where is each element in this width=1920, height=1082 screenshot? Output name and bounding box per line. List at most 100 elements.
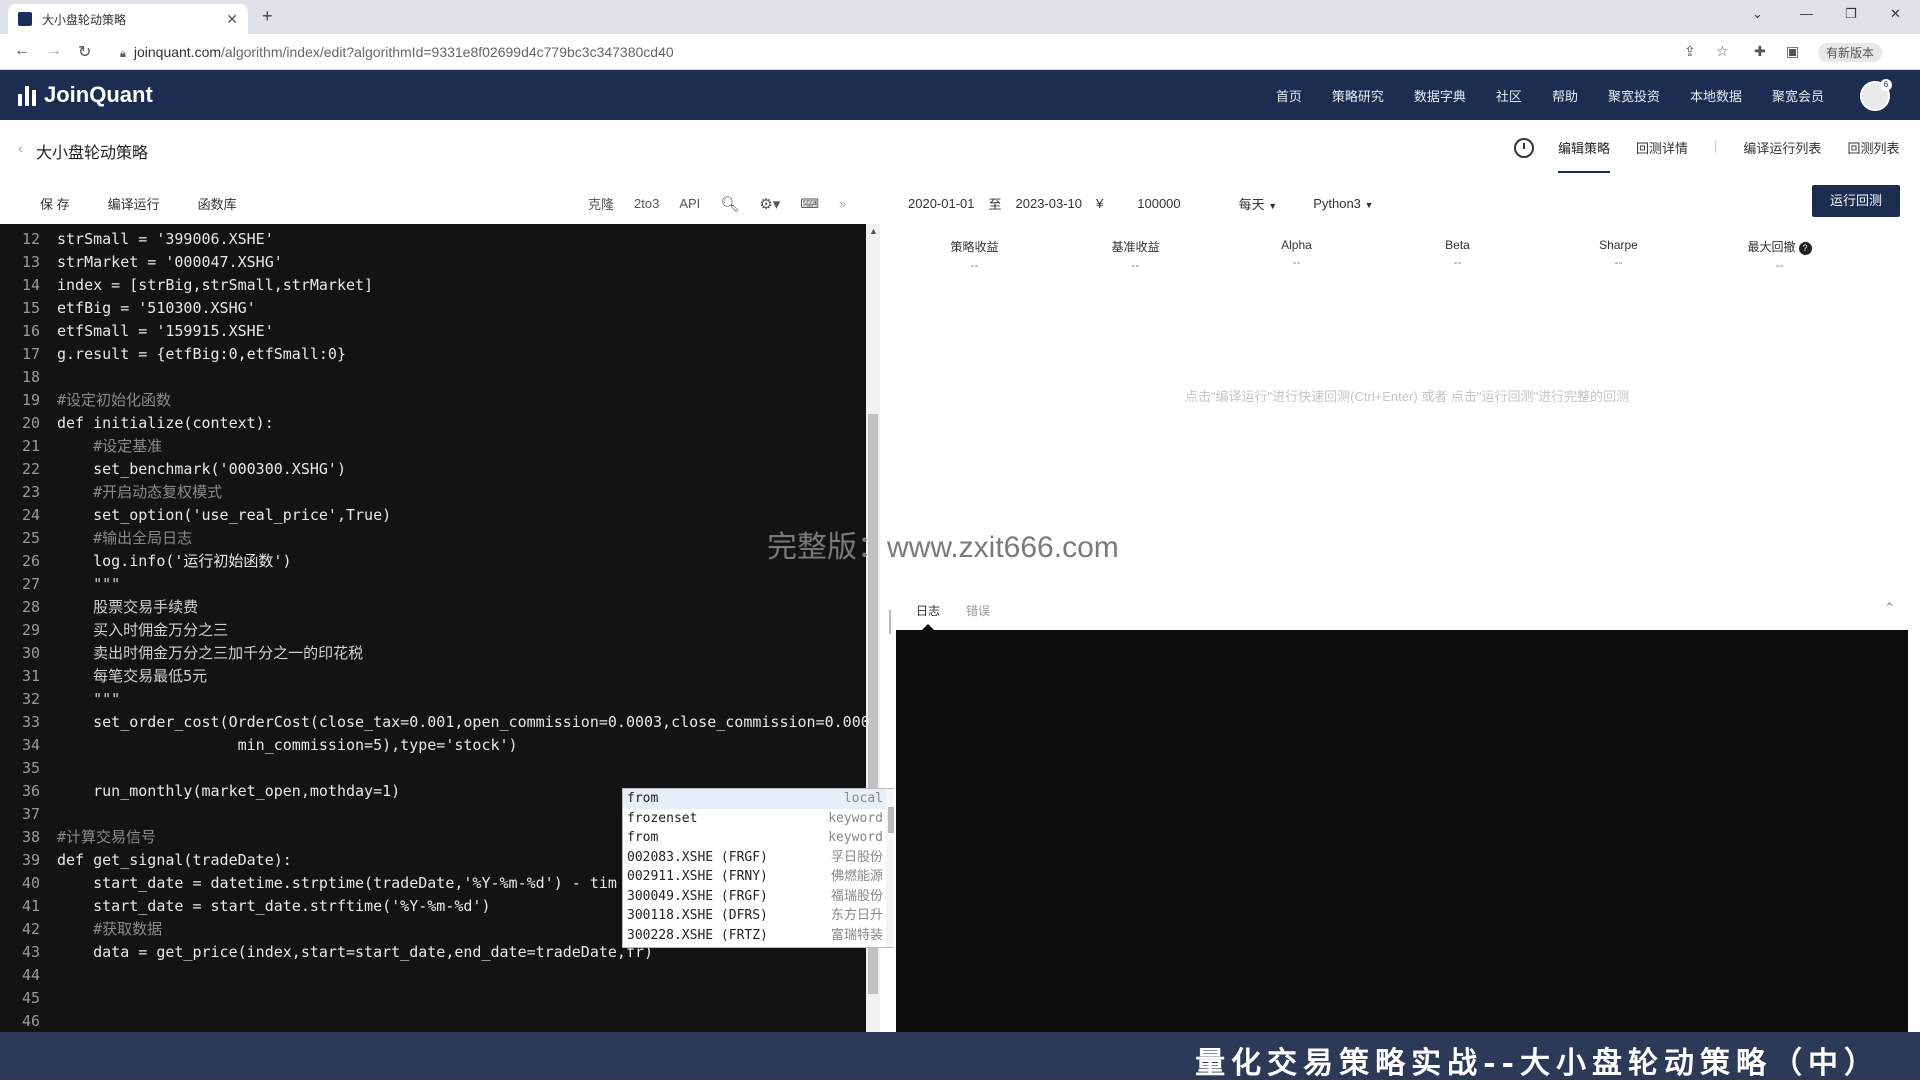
frequency-select[interactable]: 每天 ▼ bbox=[1239, 194, 1278, 213]
code-line[interactable]: 13 strMarket = '000047.XSHG' bbox=[0, 251, 866, 274]
bookmark-star-icon[interactable]: ☆ bbox=[1716, 43, 1729, 60]
new-tab-icon[interactable]: + bbox=[262, 6, 273, 27]
line-code: #设定基准 bbox=[57, 437, 163, 455]
code-line[interactable]: 16 etfSmall = '159915.XSHE' bbox=[0, 320, 866, 343]
nav-local-data[interactable]: 本地数据 bbox=[1690, 86, 1742, 105]
panel-resize-handle[interactable] bbox=[889, 610, 891, 634]
tab-search-icon[interactable]: ⌄ bbox=[1752, 6, 1763, 22]
autocomplete-item[interactable]: 300049.XSHE (FRGF) 福瑞股份 bbox=[623, 887, 899, 907]
code-line[interactable]: 30 卖出时佣金万分之三加千分之一的印花税 bbox=[0, 642, 866, 665]
help-icon[interactable]: ? bbox=[1798, 242, 1812, 255]
nav-home[interactable]: 首页 bbox=[1276, 86, 1302, 105]
suggestion-name: from bbox=[627, 830, 659, 845]
run-backtest-button[interactable]: 运行回测 bbox=[1812, 185, 1900, 217]
forward-arrow-icon[interactable]: → bbox=[46, 42, 62, 60]
frequency-value: 每天 bbox=[1238, 197, 1265, 212]
code-line[interactable]: 27 """ bbox=[0, 573, 866, 596]
autocomplete-item[interactable]: frozenset keyword bbox=[623, 809, 899, 829]
code-line[interactable]: 44 bbox=[0, 964, 866, 987]
code-line[interactable]: 19 #设定初始化函数 bbox=[0, 389, 866, 412]
code-line[interactable]: 28 股票交易手续费 bbox=[0, 596, 866, 619]
sidebar-icon[interactable]: ▣ bbox=[1786, 43, 1799, 60]
code-line[interactable]: 29 买入时佣金万分之三 bbox=[0, 619, 866, 642]
code-line[interactable]: 35 bbox=[0, 757, 866, 780]
nav-community[interactable]: 社区 bbox=[1496, 86, 1522, 105]
clock-icon[interactable] bbox=[1514, 138, 1534, 158]
tab-edit-strategy[interactable]: 编辑策略 bbox=[1558, 138, 1611, 173]
gear-icon[interactable]: ⚙▾ bbox=[759, 195, 780, 213]
code-line[interactable]: 31 每笔交易最低5元 bbox=[0, 665, 866, 688]
autocomplete-popup[interactable]: from local frozenset keyword from keyword 0020… bbox=[622, 788, 900, 948]
run-hint: 点击"编译运行"进行快速回测(Ctrl+Enter) 或者 点击"运行回测"进行… bbox=[1184, 389, 1630, 404]
compile-run-button[interactable]: 编译运行 bbox=[108, 194, 160, 213]
tab-backtest-list[interactable]: 回测列表 bbox=[1847, 138, 1899, 173]
browser-tab[interactable]: 大小盘轮动策略 ✕ bbox=[8, 4, 248, 34]
tab-log[interactable]: 日志 bbox=[916, 602, 940, 619]
notification-badge: 6 bbox=[1880, 79, 1892, 91]
nav-help[interactable]: 帮助 bbox=[1552, 86, 1578, 105]
video-caption-bar: 量化交易策略实战--大小盘轮动策略（中） bbox=[0, 1032, 1920, 1081]
code-line[interactable]: 21 #设定基准 bbox=[0, 435, 866, 458]
start-date-field[interactable]: 2020-01-01 bbox=[908, 196, 975, 211]
nav-invest[interactable]: 聚宽投资 bbox=[1608, 86, 1660, 105]
search-icon[interactable]: 🔍︎ bbox=[720, 195, 739, 213]
scroll-up-icon[interactable]: ▲ bbox=[869, 226, 878, 236]
nav-membership[interactable]: 聚宽会员 bbox=[1772, 86, 1824, 105]
keyboard-icon[interactable]: ⌨ bbox=[800, 196, 819, 212]
autocomplete-item[interactable]: 300228.XSHE (FRTZ) 富瑞特装 bbox=[623, 926, 899, 946]
code-line[interactable]: 22 set_benchmark('000300.XSHG') bbox=[0, 458, 866, 481]
url-field[interactable]: 🔒︎ joinquant.com/algorithm/index/edit?alg… bbox=[120, 44, 674, 61]
code-line[interactable]: 25 #输出全局日志 bbox=[0, 527, 866, 550]
back-arrow-icon[interactable]: ← bbox=[14, 42, 30, 60]
code-line[interactable]: 23 #开启动态复权模式 bbox=[0, 481, 866, 504]
code-line[interactable]: 32 """ bbox=[0, 688, 866, 711]
code-line[interactable]: 17 g.result = {etfBig:0,etfSmall:0} bbox=[0, 343, 866, 366]
line-number: 12 bbox=[21, 230, 40, 248]
suggestion-meta: local bbox=[843, 791, 883, 806]
code-line[interactable]: 45 bbox=[0, 987, 866, 1010]
reload-icon[interactable]: ↻ bbox=[78, 42, 91, 62]
share-icon[interactable]: ⇪ bbox=[1684, 43, 1696, 60]
close-tab-icon[interactable]: ✕ bbox=[226, 11, 238, 28]
function-library-button[interactable]: 函数库 bbox=[198, 194, 237, 213]
autocomplete-item[interactable]: from local bbox=[623, 789, 899, 809]
restore-icon[interactable]: ❐ bbox=[1845, 6, 1857, 22]
2to3-button[interactable]: 2to3 bbox=[634, 196, 659, 211]
code-line[interactable]: 12 strSmall = '399006.XSHE' bbox=[0, 228, 866, 251]
code-line[interactable]: 18 bbox=[0, 366, 866, 389]
close-window-icon[interactable]: ✕ bbox=[1890, 6, 1901, 22]
autocomplete-item[interactable]: 002911.XSHE (FRNY) 佛燃能源 bbox=[623, 867, 899, 887]
extensions-icon[interactable]: ✚ bbox=[1754, 43, 1766, 60]
autocomplete-item[interactable]: 300118.XSHE (DFRS) 东方日升 bbox=[623, 906, 899, 926]
nav-research[interactable]: 策略研究 bbox=[1332, 86, 1384, 105]
joinquant-logo[interactable]: JoinQuant bbox=[18, 82, 153, 108]
end-date-field[interactable]: 2023-03-10 bbox=[1016, 196, 1083, 211]
profile-update-button[interactable]: 有新版本 bbox=[1818, 43, 1883, 62]
capital-field[interactable]: 100000 bbox=[1137, 196, 1180, 211]
code-line[interactable]: 46 bbox=[0, 1010, 866, 1032]
code-line[interactable]: 20 def initialize(context): bbox=[0, 412, 866, 435]
minimize-icon[interactable]: — bbox=[1800, 6, 1813, 21]
tab-error[interactable]: 错误 bbox=[966, 602, 990, 619]
expand-icon[interactable]: » bbox=[839, 196, 846, 211]
code-line[interactable]: 33 set_order_cost(OrderCost(close_tax=0.… bbox=[0, 711, 870, 734]
code-line[interactable]: 24 set_option('use_real_price',True) bbox=[0, 504, 866, 527]
code-line[interactable]: 15 etfBig = '510300.XSHG' bbox=[0, 297, 866, 320]
api-button[interactable]: API bbox=[679, 196, 700, 211]
nav-data-dictionary[interactable]: 数据字典 bbox=[1414, 86, 1466, 105]
back-chevron-icon[interactable]: ‹ bbox=[18, 140, 23, 156]
avatar[interactable]: 6 bbox=[1860, 79, 1892, 111]
autocomplete-item[interactable]: from keyword bbox=[623, 828, 899, 848]
tab-compile-run-list[interactable]: 编译运行列表 bbox=[1743, 138, 1821, 173]
save-button[interactable]: 保 存 bbox=[40, 194, 70, 213]
tab-backtest-detail[interactable]: 回测详情 bbox=[1636, 138, 1688, 173]
clone-button[interactable]: 克隆 bbox=[588, 194, 614, 213]
collapse-up-icon[interactable]: ⌃ bbox=[1884, 600, 1895, 616]
autocomplete-item[interactable]: 002083.XSHE (FRGF) 孚日股份 bbox=[623, 848, 899, 868]
code-line[interactable]: 26 log.info('运行初始函数') bbox=[0, 550, 866, 573]
metric-benchmark-return: 基准收益 -- bbox=[1055, 238, 1216, 272]
code-line[interactable]: 14 index = [strBig,strSmall,strMarket] bbox=[0, 274, 866, 297]
code-line[interactable]: 34 min_commission=5),type='stock') bbox=[0, 734, 866, 757]
language-select[interactable]: Python3 ▼ bbox=[1313, 196, 1373, 211]
suggestion-meta: 孚日股份 bbox=[830, 849, 883, 865]
